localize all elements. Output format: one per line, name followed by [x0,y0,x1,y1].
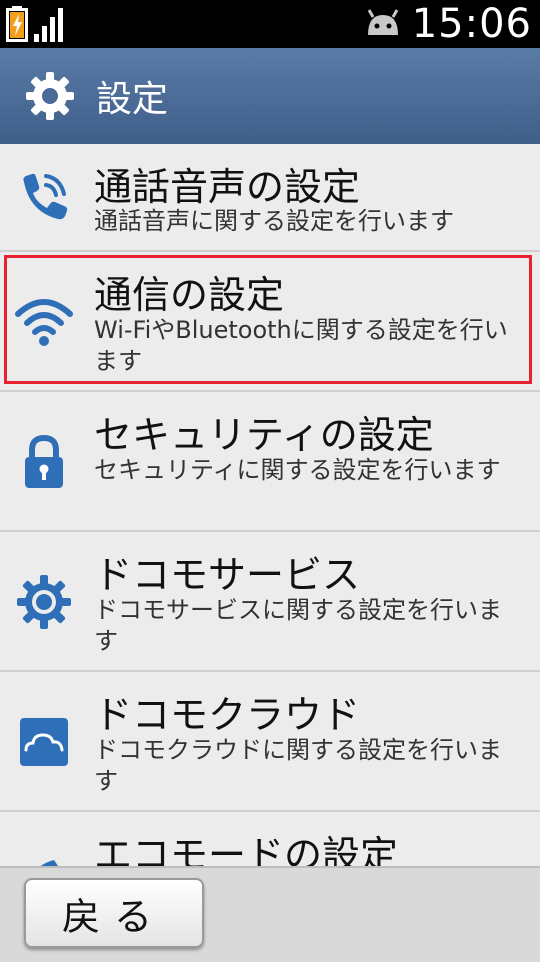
settings-item-title: ドコモクラウド [94,693,361,737]
settings-item-title: エコモードの設定 [94,833,399,866]
settings-item-docomo-cloud[interactable]: ドコモクラウド ドコモクラウドに関する設定を行います [0,672,540,812]
status-left-icons [6,6,64,46]
title-bar: 設定 [0,48,540,144]
battery-charging-icon [6,6,28,46]
settings-item-description: 通話音声に関する設定を行います [94,207,454,235]
settings-item-description: ドコモクラウドに関する設定を行います [94,736,502,795]
settings-item-description: ドコモサービスに関する設定を行います [94,596,502,655]
settings-item-docomo-service[interactable]: ドコモサービス ドコモサービスに関する設定を行います [0,532,540,672]
status-right: 15:06 [364,0,532,48]
signal-strength-icon [34,8,64,46]
settings-item-security[interactable]: セキュリティの設定 セキュリティに関する設定を行います [0,392,540,532]
settings-item-call-audio[interactable]: 通話音声の設定 通話音声に関する設定を行います [0,144,540,252]
settings-item-description: Wi-FiやBluetoothに関する設定を行います [94,316,508,375]
clock: 15:06 [411,1,532,47]
settings-item-communication[interactable]: 通信の設定 Wi-FiやBluetoothに関する設定を行います [0,252,540,392]
settings-list[interactable]: 通話音声の設定 通話音声に関する設定を行います 通信の設定 Wi-FiやBlue… [0,144,540,866]
android-notification-icon [364,7,402,41]
wifi-icon [14,292,74,352]
settings-item-title: 通信の設定 [94,273,285,317]
settings-item-title: セキュリティの設定 [94,413,434,457]
gear-service-icon [14,572,74,632]
gear-icon [22,68,78,124]
cloud-icon [14,712,74,772]
status-bar: 15:06 [0,0,540,48]
settings-item-title: 通話音声の設定 [94,165,361,209]
bottom-bar: 戻る [0,866,540,962]
settings-item-eco-mode[interactable]: エコモードの設定 [0,812,540,866]
settings-item-title: ドコモサービス [94,553,361,597]
settings-item-description: セキュリティに関する設定を行います [94,456,501,484]
phone-icon [14,168,74,228]
page-title: 設定 [96,79,169,120]
lock-icon [14,432,74,492]
eco-mode-icon [14,852,74,866]
back-button[interactable]: 戻る [24,878,204,948]
